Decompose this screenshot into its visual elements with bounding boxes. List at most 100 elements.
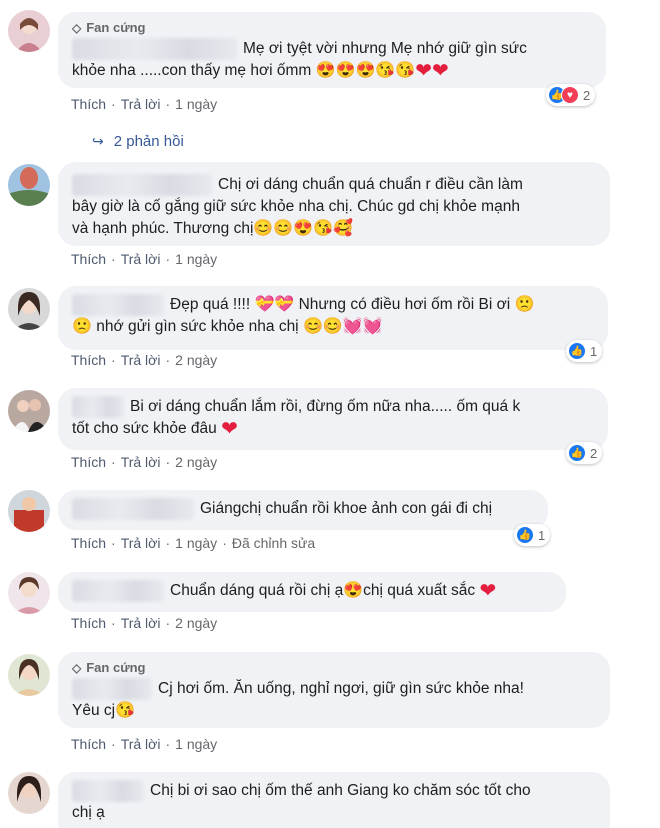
timestamp[interactable]: 1 ngày bbox=[175, 736, 217, 752]
timestamp[interactable]: 1 ngày bbox=[175, 96, 217, 112]
blurred-name bbox=[72, 174, 212, 196]
separator: · bbox=[165, 96, 171, 112]
edited-label[interactable]: Đã chỉnh sửa bbox=[232, 535, 315, 551]
reply-button[interactable]: Trả lời bbox=[121, 96, 161, 112]
comment-actions: Thích · Trả lời · 1 ngày · Đã chỉnh sửa bbox=[71, 535, 315, 551]
separator: · bbox=[111, 352, 116, 368]
comment-bubble: Chị ơi dáng chuẩn quá chuẩn r điều cần l… bbox=[58, 162, 610, 246]
avatar[interactable] bbox=[8, 772, 50, 814]
reply-button[interactable]: Trả lời bbox=[121, 454, 161, 470]
blurred-name bbox=[72, 678, 152, 700]
fan-badge: ◇ Fan cứng bbox=[72, 660, 596, 675]
comment-text: Cj hơi ốm. Ăn uống, nghỉ ngơi, giữ gìn s… bbox=[72, 678, 596, 722]
timestamp[interactable]: 1 ngày bbox=[175, 251, 217, 267]
separator: · bbox=[111, 535, 116, 551]
avatar[interactable] bbox=[8, 288, 50, 330]
heart-emoji: ❤ bbox=[221, 418, 238, 440]
kiss-emoji: 😘 bbox=[395, 62, 416, 79]
reply-button[interactable]: Trả lời bbox=[121, 251, 161, 267]
avatar[interactable] bbox=[8, 490, 50, 532]
beating-heart-emoji: 💓 bbox=[342, 318, 363, 335]
frown-emoji: 🙁 bbox=[72, 318, 92, 335]
reaction-summary[interactable]: 👍 2 bbox=[566, 442, 603, 464]
timestamp[interactable]: 2 ngày bbox=[175, 615, 217, 631]
like-button[interactable]: Thích bbox=[71, 352, 106, 368]
like-reaction-icon: 👍 bbox=[568, 444, 586, 462]
like-button[interactable]: Thích bbox=[71, 615, 106, 631]
comment-bubble: Giángchị chuẩn rồi khoe ảnh con gái đi c… bbox=[58, 490, 548, 530]
frown-emoji: 🙁 bbox=[514, 296, 535, 313]
heart-gift-emoji: 💝 bbox=[274, 296, 295, 313]
avatar[interactable] bbox=[8, 10, 50, 52]
reaction-summary[interactable]: 👍 ♥ 2 bbox=[546, 84, 596, 106]
reply-button[interactable]: Trả lời bbox=[121, 535, 161, 551]
blurred-name bbox=[72, 780, 144, 802]
comment-text: Chị ơi dáng chuẩn quá chuẩn r điều cần l… bbox=[72, 174, 596, 240]
heart-eyes-emoji: 😍 bbox=[355, 62, 376, 79]
reaction-count: 1 bbox=[590, 343, 598, 359]
comment-bubble: Chị bi ơi sao chị ốm thế anh Giang ko ch… bbox=[58, 772, 610, 828]
like-reaction-icon: 👍 bbox=[568, 342, 586, 360]
reaction-summary[interactable]: 👍 1 bbox=[566, 340, 603, 362]
heart-eyes-emoji: 😍 bbox=[293, 220, 314, 237]
heart-eyes-emoji: 😍 bbox=[343, 582, 364, 599]
comment-line-1b: chị quá xuất sắc bbox=[363, 582, 476, 600]
timestamp[interactable]: 1 ngày bbox=[175, 535, 217, 551]
like-button[interactable]: Thích bbox=[71, 736, 106, 752]
avatar[interactable] bbox=[8, 390, 50, 432]
comment-line-1: Giángchị chuẩn rồi khoe ảnh con gái đi c… bbox=[200, 500, 493, 518]
comment-line-2: khỏe nha .....con thấy mẹ hơi ốmm bbox=[72, 62, 312, 80]
separator: · bbox=[165, 535, 171, 551]
comment-bubble: ◇ Fan cứng Mẹ ơi tyệt vời nhưng Mẹ nhớ gi… bbox=[58, 12, 606, 88]
separator: · bbox=[111, 615, 116, 631]
comment-line-2: chị ạ bbox=[72, 804, 105, 822]
smile-emoji: 😊 bbox=[322, 318, 343, 335]
reply-button[interactable]: Trả lời bbox=[121, 615, 161, 631]
comment-text: Giángchị chuẩn rồi khoe ảnh con gái đi c… bbox=[72, 498, 534, 520]
love-reaction-icon: ♥ bbox=[561, 86, 579, 104]
reply-button[interactable]: Trả lời bbox=[121, 736, 161, 752]
avatar[interactable] bbox=[8, 572, 50, 614]
avatar[interactable] bbox=[8, 164, 50, 206]
comment-line-1: Bi ơi dáng chuẩn lắm rồi, đừng ốm nữa nh… bbox=[130, 398, 521, 416]
comment-bubble: Chuẩn dáng quá rồi chị ạ😍chị quá xuất sắ… bbox=[58, 572, 566, 612]
comment-text: Đẹp quá !!!! 💝💝 Nhưng có điều hơi ốm rồi… bbox=[72, 294, 594, 338]
separator: · bbox=[165, 615, 171, 631]
like-button[interactable]: Thích bbox=[71, 251, 106, 267]
avatar[interactable] bbox=[8, 654, 50, 696]
timestamp[interactable]: 2 ngày bbox=[175, 454, 217, 470]
smiling-hearts-emoji: 🥰 bbox=[333, 220, 354, 237]
like-button[interactable]: Thích bbox=[71, 96, 106, 112]
smile-emoji: 😊 bbox=[302, 318, 323, 335]
comment-actions: Thích · Trả lời · 1 ngày bbox=[71, 251, 217, 267]
like-button[interactable]: Thích bbox=[71, 454, 106, 470]
comment-line-1: Mẹ ơi tyệt vời nhưng Mẹ nhớ giữ gìn sức bbox=[243, 40, 527, 58]
kiss-emoji: 😘 bbox=[375, 62, 396, 79]
comment-line-1a: Đẹp quá !!!! bbox=[170, 296, 251, 314]
separator: · bbox=[165, 251, 171, 267]
timestamp[interactable]: 2 ngày bbox=[175, 352, 217, 368]
heart-emoji: ❤ bbox=[479, 580, 497, 602]
reaction-summary[interactable]: 👍 1 bbox=[514, 524, 551, 546]
separator: · bbox=[222, 535, 227, 551]
reaction-count: 2 bbox=[583, 87, 591, 103]
separator: · bbox=[111, 251, 116, 267]
separator: · bbox=[111, 96, 116, 112]
badge-label: Fan cứng bbox=[86, 20, 146, 35]
smile-emoji: 😊 bbox=[253, 220, 274, 237]
comment-text: Bi ơi dáng chuẩn lắm rồi, đừng ốm nữa nh… bbox=[72, 396, 594, 440]
diamond-icon: ◇ bbox=[72, 660, 82, 675]
badge-label: Fan cứng bbox=[86, 660, 146, 675]
separator: · bbox=[165, 736, 171, 752]
blurred-name bbox=[72, 396, 124, 418]
fan-badge: ◇ Fan cứng bbox=[72, 20, 592, 35]
view-replies-link[interactable]: ↪ 2 phản hồi bbox=[92, 133, 184, 150]
comment-actions: Thích · Trả lời · 2 ngày bbox=[71, 615, 217, 631]
comment-line-1: Chị ơi dáng chuẩn quá chuẩn r điều cần l… bbox=[218, 176, 523, 194]
like-button[interactable]: Thích bbox=[71, 535, 106, 551]
comment-line-1: Cj hơi ốm. Ăn uống, nghỉ ngơi, giữ gìn s… bbox=[158, 680, 524, 698]
heart-eyes-emoji: 😍 bbox=[335, 62, 356, 79]
comment-bubble: Đẹp quá !!!! 💝💝 Nhưng có điều hơi ốm rồi… bbox=[58, 286, 608, 350]
reply-button[interactable]: Trả lời bbox=[121, 352, 161, 368]
comment-line-1b: Nhưng có điều hơi ốm rồi Bi ơi bbox=[298, 296, 511, 314]
